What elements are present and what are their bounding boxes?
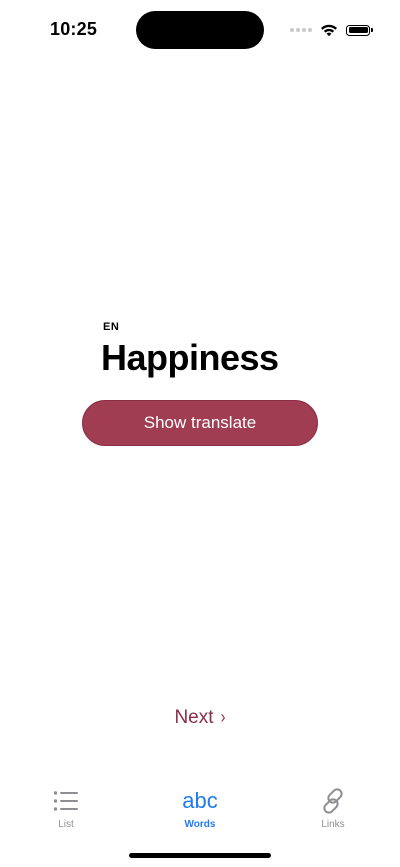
abc-icon: abc: [182, 788, 218, 813]
next-label: Next: [174, 707, 214, 728]
tab-links[interactable]: Links: [283, 786, 383, 830]
show-translate-button[interactable]: Show translate: [82, 400, 318, 446]
home-indicator: [129, 853, 271, 858]
language-code: EN: [103, 321, 120, 333]
tab-links-label: Links: [321, 819, 345, 830]
status-time: 10:25: [50, 19, 98, 39]
tab-words-label: Words: [184, 819, 216, 830]
tab-list-label: List: [58, 819, 74, 830]
word-title: Happiness: [101, 337, 279, 378]
tab-words[interactable]: abc Words: [150, 786, 250, 830]
next-button[interactable]: Next ›: [0, 707, 400, 729]
cellular-signal-icon: [290, 28, 312, 32]
show-translate-label: Show translate: [143, 413, 257, 432]
battery-icon: [346, 24, 373, 36]
list-icon: [53, 791, 78, 811]
dynamic-island: [136, 11, 264, 49]
tab-list[interactable]: List: [16, 786, 116, 830]
chevron-right-icon: ›: [220, 707, 225, 727]
status-indicators: [290, 21, 373, 39]
link-icon: [323, 788, 343, 814]
wifi-icon: [321, 24, 337, 37]
